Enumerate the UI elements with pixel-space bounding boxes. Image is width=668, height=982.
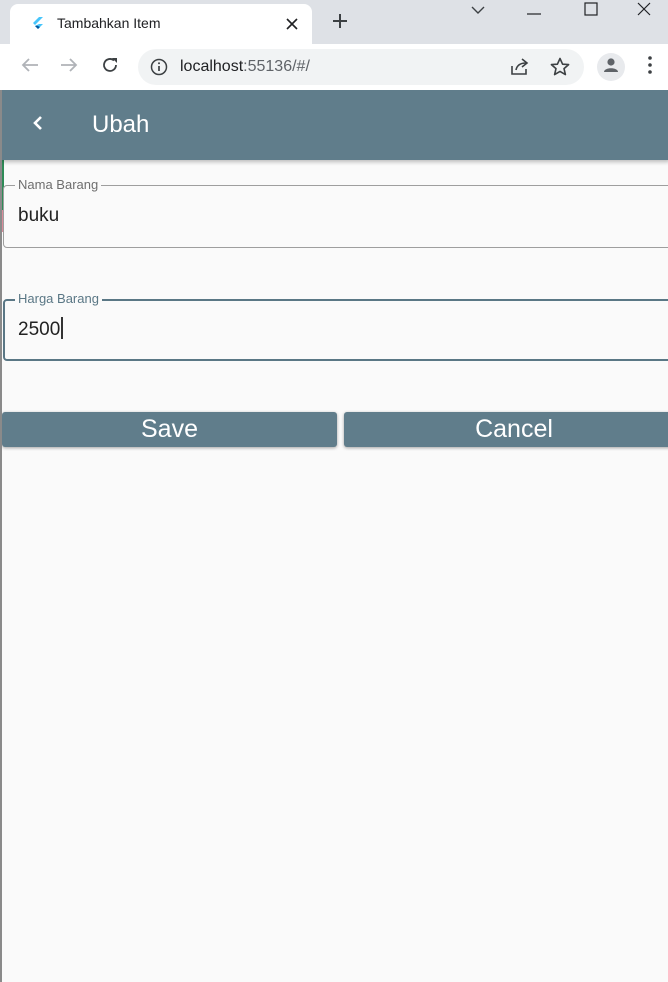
url-text[interactable]: localhost:55136/#/ (180, 58, 310, 76)
price-field-text: 2500 (18, 319, 61, 340)
reload-icon (101, 56, 119, 79)
tab-active[interactable]: Tambahkan Item (10, 4, 312, 44)
close-icon (637, 2, 651, 21)
price-field-value: 2500 (18, 317, 64, 341)
close-icon[interactable] (282, 14, 302, 34)
info-icon[interactable] (150, 58, 168, 76)
price-field-border (3, 299, 668, 361)
name-field-label: Nama Barang (15, 177, 102, 192)
price-field[interactable]: Harga Barang 2500 (3, 291, 668, 361)
arrow-right-icon (60, 57, 78, 78)
name-field-border (3, 185, 668, 248)
profile-button[interactable] (597, 53, 625, 81)
address-bar[interactable]: localhost:55136/#/ (138, 49, 584, 85)
save-button[interactable]: Save (2, 412, 337, 447)
app-back-button[interactable] (24, 111, 52, 139)
name-field-value: buku (18, 205, 60, 226)
minimize-button[interactable] (506, 0, 562, 22)
browser-window: Tambahkan Item localhost:55136/#/ Ubah N… (0, 0, 668, 982)
tab-title: Tambahkan Item (57, 15, 161, 31)
url-path: :55136/#/ (243, 58, 310, 75)
minimize-icon (527, 2, 541, 20)
cancel-button[interactable]: Cancel (344, 412, 668, 447)
page-title: Ubah (92, 111, 150, 138)
flutter-logo-icon (30, 16, 46, 32)
browser-menu-button[interactable] (640, 53, 660, 81)
kebab-menu-icon (648, 55, 652, 79)
new-tab-button[interactable] (326, 9, 354, 37)
maximize-button[interactable] (563, 0, 619, 22)
chevron-left-icon (32, 114, 44, 137)
tab-search-button[interactable] (450, 0, 506, 22)
reload-button[interactable] (96, 53, 124, 81)
plus-icon (332, 13, 348, 34)
chevron-down-icon (471, 2, 485, 20)
name-field[interactable]: Nama Barang buku (3, 177, 668, 248)
share-icon[interactable] (509, 56, 531, 78)
tab-strip: Tambahkan Item (0, 0, 668, 44)
person-icon (602, 56, 620, 79)
text-caret (61, 317, 64, 339)
app-viewport: Ubah Nama Barang buku Harga Barang 2500 … (0, 90, 668, 982)
close-window-button[interactable] (620, 0, 668, 22)
maximize-icon (584, 1, 598, 21)
star-icon[interactable] (549, 56, 571, 78)
app-bar: Ubah (2, 90, 668, 160)
arrow-left-icon (21, 57, 39, 78)
browser-toolbar: localhost:55136/#/ (0, 44, 668, 90)
back-button[interactable] (16, 53, 44, 81)
url-host: localhost (180, 58, 244, 75)
price-field-label: Harga Barang (15, 291, 102, 306)
forward-button[interactable] (55, 53, 83, 81)
